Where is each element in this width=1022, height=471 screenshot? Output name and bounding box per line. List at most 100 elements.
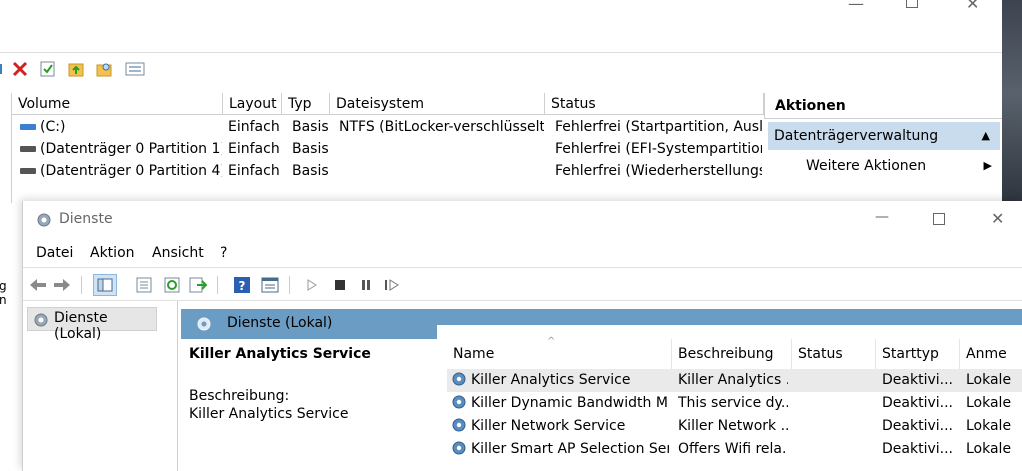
list-view-icon[interactable]: [124, 61, 146, 77]
service-status-cell: [798, 438, 876, 461]
layout-cell: Einfach: [228, 119, 280, 135]
volume-cell[interactable]: (Datenträger 0 Partition 1): [20, 138, 222, 160]
stop-icon[interactable]: [331, 276, 349, 294]
separator: [81, 276, 82, 294]
column-header-layout[interactable]: Layout: [223, 93, 282, 115]
tree-item-services-local[interactable]: Dienste (Lokal): [27, 307, 157, 342]
typ-cell: Basis: [292, 119, 329, 135]
delete-icon[interactable]: [12, 61, 28, 77]
column-header-name[interactable]: Name ^: [447, 336, 672, 369]
maximize-button[interactable]: [933, 213, 945, 225]
more-actions-item[interactable]: Weitere Aktionen ▶: [806, 153, 1000, 179]
service-desc-cell: This service dy...: [678, 395, 788, 411]
column-header-dateisystem[interactable]: Dateisystem: [330, 93, 545, 115]
cutoff-text: g: [0, 279, 7, 293]
service-desc-cell: Killer Analytics ...: [678, 372, 788, 388]
up-folder-icon[interactable]: [68, 61, 84, 77]
refresh-icon[interactable]: [163, 276, 181, 294]
menu-aktion[interactable]: Aktion: [90, 245, 135, 261]
service-logon-cell: Lokale: [966, 418, 1012, 434]
forward-arrow-icon[interactable]: [53, 276, 71, 294]
service-starttype-cell: Deaktivi...: [882, 441, 953, 457]
table-row[interactable]: Killer Analytics Service Killer Analytic…: [447, 369, 1022, 392]
table-row[interactable]: Killer Network Service Killer Network ..…: [447, 415, 1022, 438]
service-desc-cell: Offers Wifi rela...: [678, 441, 788, 457]
column-header-status[interactable]: Status: [792, 339, 876, 369]
svg-text:?: ?: [239, 279, 246, 293]
status-cell: Fehlerfrei (Wiederherstellungsp: [555, 163, 762, 179]
service-logon-cell: Lokale: [966, 372, 1012, 388]
service-gear-icon: [451, 440, 467, 456]
sort-caret-icon: ^: [547, 336, 556, 347]
services-gear-icon: [35, 211, 53, 229]
properties-icon[interactable]: [261, 276, 279, 294]
column-header-status[interactable]: Status: [545, 93, 764, 115]
properties-check-icon[interactable]: [40, 61, 56, 77]
service-desc-cell: Killer Network ...: [678, 418, 788, 434]
minimize-button[interactable]: —: [875, 209, 889, 225]
drive-icon: [20, 168, 36, 174]
play-icon[interactable]: [303, 276, 321, 294]
service-name-cell: Killer Network Service: [451, 415, 669, 438]
services-gear-icon: [195, 315, 213, 333]
volume-cell[interactable]: (C:): [20, 116, 222, 138]
description-text: Killer Analytics Service: [189, 406, 349, 422]
menu-datei[interactable]: Datei: [36, 245, 73, 261]
volume-cell[interactable]: (Datenträger 0 Partition 4): [20, 160, 222, 182]
services-column-headers: Name ^ Beschreibung Status Starttyp Anme: [447, 336, 1022, 369]
title-bar[interactable]: Dienste — ✕: [23, 201, 1022, 241]
detail-header-title: Dienste (Lokal): [227, 315, 333, 331]
column-header-typ[interactable]: Typ: [282, 93, 330, 115]
close-button[interactable]: ✕: [991, 209, 1004, 228]
service-gear-icon: [451, 371, 467, 387]
description-label: Beschreibung:: [189, 388, 290, 404]
export-icon[interactable]: [189, 276, 207, 294]
filesystem-cell: NTFS (BitLocker-verschlüsselt): [339, 119, 544, 135]
status-cell: Fehlerfrei (Startpartition, Auslag: [555, 119, 762, 135]
list-icon[interactable]: [135, 276, 153, 294]
service-gear-icon: [451, 417, 467, 433]
search-folder-icon[interactable]: [96, 61, 112, 77]
maximize-button[interactable]: [906, 0, 918, 8]
partial-icon[interactable]: [0, 61, 6, 77]
status-cell: Fehlerfrei (EFI-Systempartition): [555, 141, 762, 157]
pause-icon[interactable]: [357, 276, 375, 294]
layout-cell: Einfach: [228, 141, 280, 157]
actions-pane: Aktionen Datenträgerverwaltung ▲ Weitere…: [764, 93, 1002, 205]
console-tree-icon[interactable]: [93, 274, 117, 296]
table-row[interactable]: Killer Smart AP Selection Ser... Offers …: [447, 438, 1022, 461]
service-starttype-cell: Deaktivi...: [882, 372, 953, 388]
separator: [217, 276, 218, 294]
console-tree: Dienste (Lokal): [23, 301, 178, 471]
menu-bar: Datei Aktion Ansicht ?: [23, 241, 1022, 267]
submenu-arrow-icon: ▶: [983, 159, 992, 172]
service-name-cell: Killer Analytics Service: [451, 369, 669, 392]
collapse-triangle-icon[interactable]: ▲: [982, 122, 990, 150]
back-arrow-icon[interactable]: [29, 276, 47, 294]
actions-section-diskmgmt[interactable]: Datenträgerverwaltung ▲: [768, 122, 1000, 150]
service-status-cell: [798, 369, 876, 392]
column-header-anmelden-als[interactable]: Anme: [960, 339, 1022, 369]
cutoff-text: n: [0, 293, 7, 307]
close-button[interactable]: ✕: [966, 0, 979, 13]
selected-service-name: Killer Analytics Service: [189, 346, 371, 362]
layout-cell: Einfach: [228, 163, 280, 179]
service-status-cell: [798, 392, 876, 415]
window-title: Dienste: [59, 211, 113, 227]
menu-ansicht[interactable]: Ansicht: [152, 245, 204, 261]
service-status-cell: [798, 415, 876, 438]
services-gear-icon: [32, 311, 50, 329]
minimize-button[interactable]: —: [848, 0, 864, 13]
column-header-beschreibung[interactable]: Beschreibung: [672, 339, 792, 369]
actions-header: Aktionen: [764, 93, 1002, 119]
service-name-cell: Killer Dynamic Bandwidth M...: [451, 392, 669, 415]
services-window: Dienste — ✕ Datei Aktion Ansicht ? ? Die…: [22, 201, 1022, 471]
column-header-starttyp[interactable]: Starttyp: [876, 339, 960, 369]
menu-help[interactable]: ?: [220, 245, 227, 261]
service-starttype-cell: Deaktivi...: [882, 395, 953, 411]
column-header-volume[interactable]: Volume: [12, 93, 223, 115]
service-logon-cell: Lokale: [966, 441, 1012, 457]
restart-icon[interactable]: [383, 276, 401, 294]
help-icon[interactable]: ?: [233, 276, 251, 294]
table-row[interactable]: Killer Dynamic Bandwidth M... This servi…: [447, 392, 1022, 415]
